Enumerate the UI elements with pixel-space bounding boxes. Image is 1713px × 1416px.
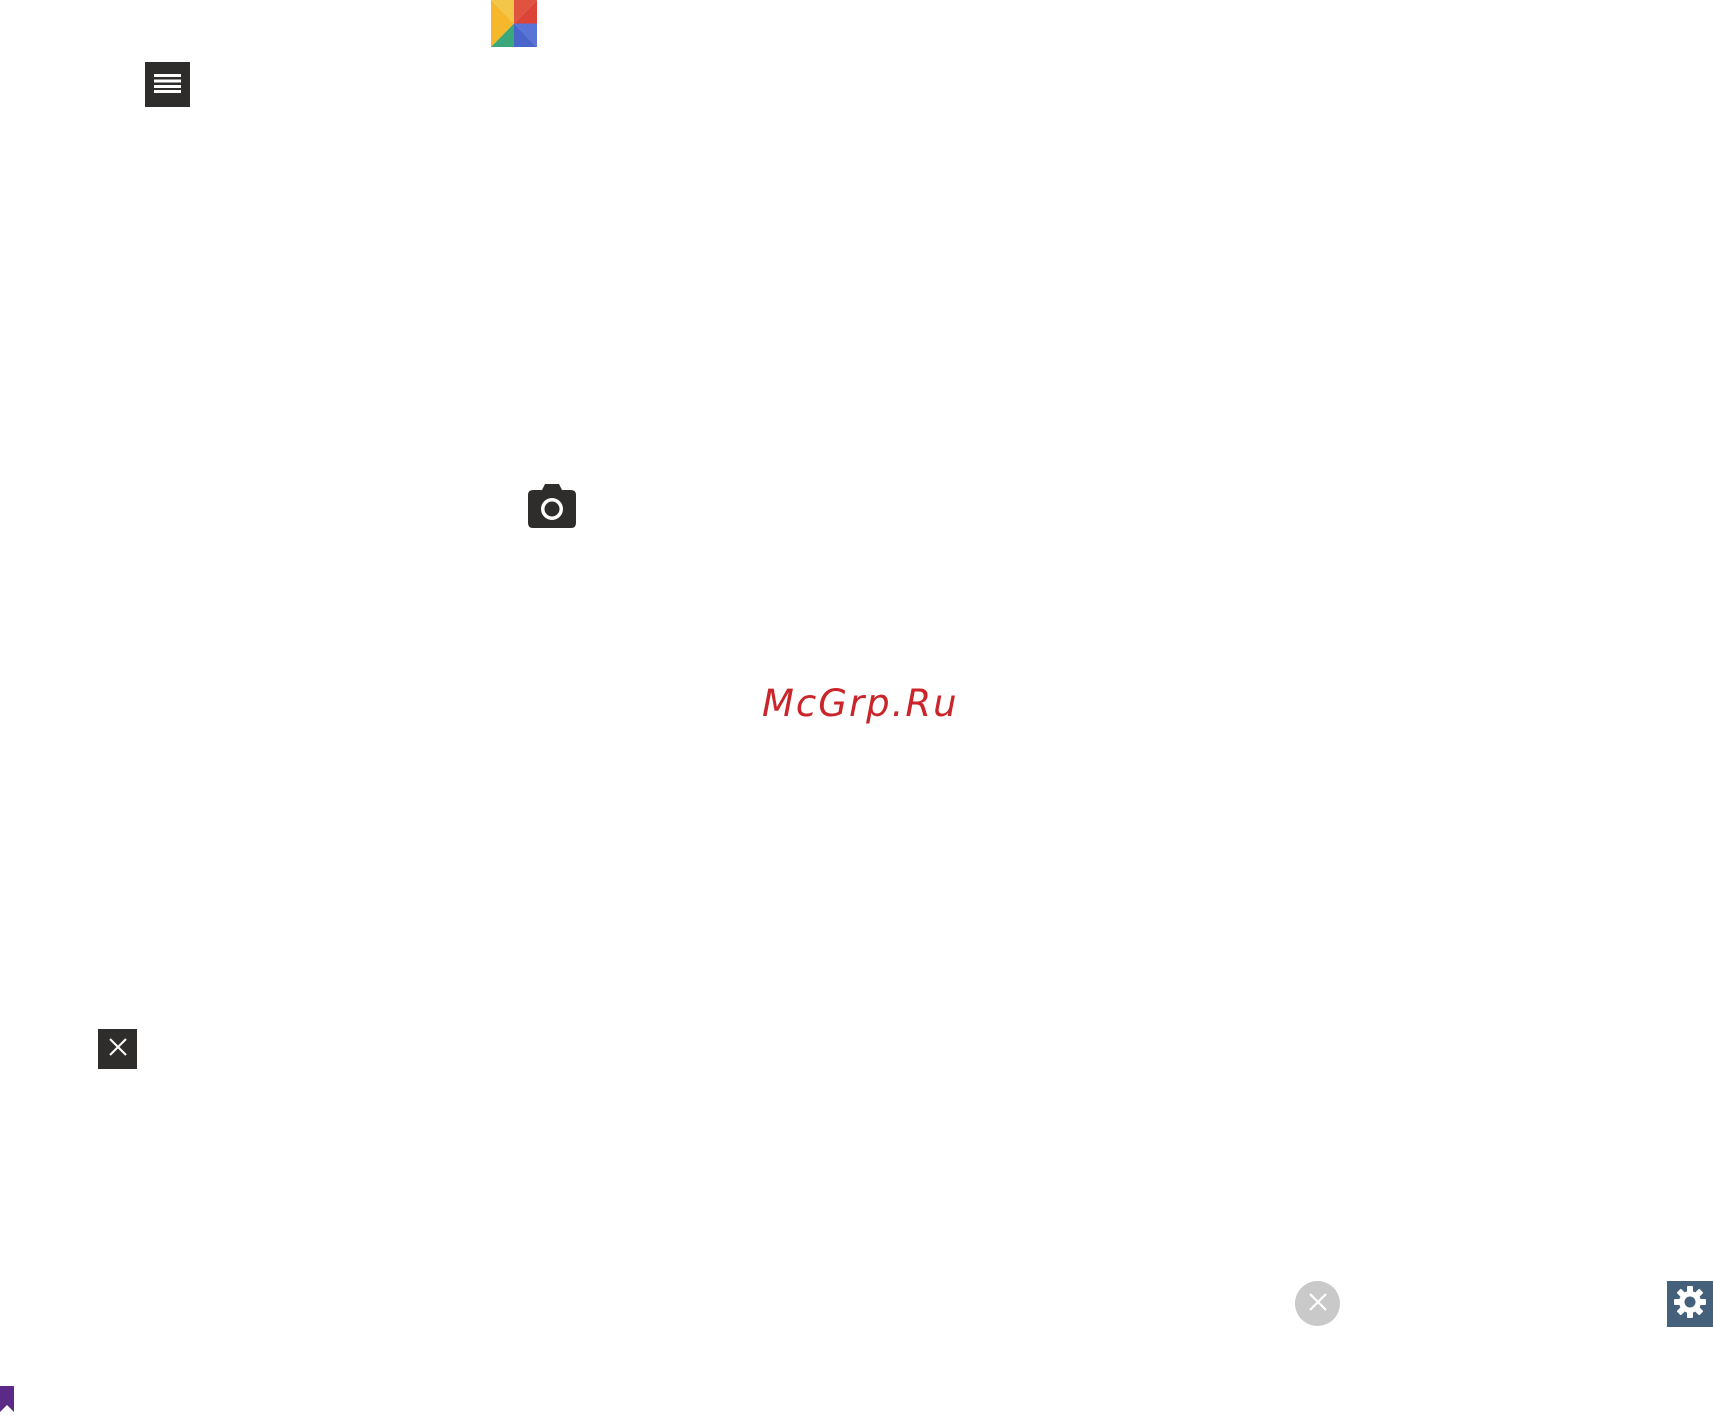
menu-button[interactable] bbox=[145, 62, 190, 107]
settings-button[interactable] bbox=[1667, 1281, 1713, 1327]
close-circle-icon bbox=[1308, 1292, 1328, 1316]
gear-icon bbox=[1674, 1286, 1706, 1322]
camera-icon[interactable] bbox=[528, 484, 576, 528]
close-icon bbox=[108, 1038, 127, 1060]
close-button[interactable] bbox=[98, 1029, 137, 1069]
close-circle-button[interactable] bbox=[1295, 1281, 1340, 1326]
bookmark-icon[interactable] bbox=[0, 1386, 14, 1412]
app-logo-icon bbox=[491, 0, 537, 47]
watermark-text: McGrp.Ru bbox=[762, 682, 959, 725]
hamburger-menu-icon bbox=[154, 73, 181, 97]
